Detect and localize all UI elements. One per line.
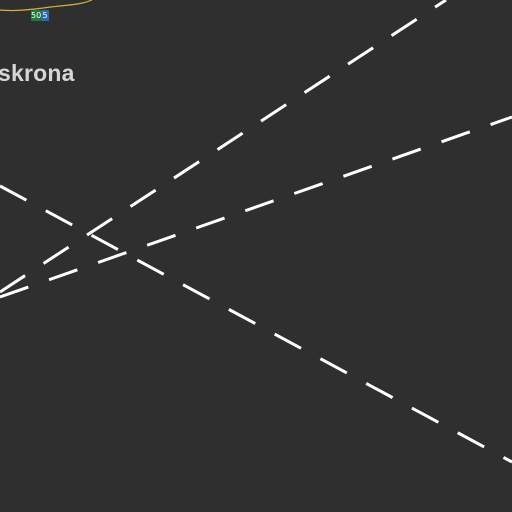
ferry-route-line	[0, 184, 512, 464]
map-lines	[0, 0, 512, 464]
place-label: skrona	[0, 60, 75, 86]
road-number-badge: 50	[31, 10, 42, 21]
road-number-badge: 5	[41, 10, 49, 21]
ferry-route-line	[0, 0, 447, 294]
road-line	[0, 0, 93, 12]
ferry-route-line	[0, 115, 512, 299]
map-canvas[interactable]: 50 5 skrona	[0, 0, 512, 512]
